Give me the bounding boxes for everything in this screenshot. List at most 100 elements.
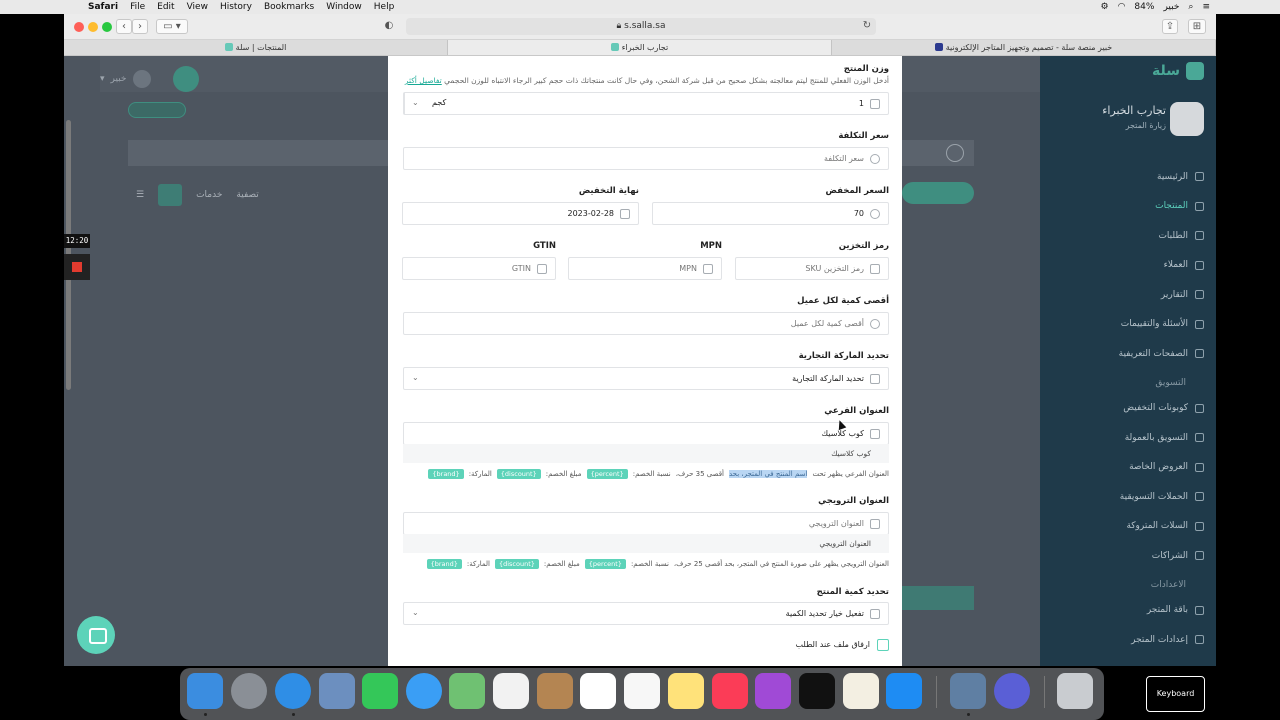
back-button[interactable]: ‹	[116, 19, 132, 34]
menu-bookmarks[interactable]: Bookmarks	[264, 2, 314, 12]
share-icon[interactable]: ⇪	[1162, 19, 1178, 34]
sku-input[interactable]: رمز التخزين SKU	[735, 257, 889, 280]
address-bar[interactable]: 🔒︎ s.salla.sa	[406, 18, 876, 35]
sidebar-item-home[interactable]: الرئيسية	[1044, 162, 1204, 192]
forward-button[interactable]: ›	[132, 19, 148, 34]
mail-icon[interactable]	[319, 673, 355, 709]
reload-icon[interactable]: ↻	[860, 19, 874, 34]
filter-button[interactable]: تصفية	[236, 190, 258, 200]
grid-icon[interactable]	[172, 66, 199, 92]
safari-icon[interactable]	[275, 673, 311, 709]
menu-file[interactable]: File	[130, 2, 145, 12]
finder-icon[interactable]	[187, 673, 223, 709]
discount-tag[interactable]: {discount}	[496, 469, 541, 479]
apple-tv-icon[interactable]	[799, 673, 835, 709]
grid-view-icon[interactable]	[158, 184, 183, 206]
sidebar-item-orders[interactable]: الطلبات	[1044, 221, 1204, 251]
help-pill[interactable]	[128, 102, 186, 118]
menu-edit[interactable]: Edit	[157, 2, 174, 12]
sidebar-item-reviews[interactable]: الأسئلة والتقييمات	[1044, 310, 1204, 340]
sidebar-item-pages[interactable]: الصفحات التعريفية	[1044, 339, 1204, 369]
subtitle-preview: كوب كلاسيك	[403, 444, 889, 463]
sidebar-item-products[interactable]: المنتجات	[1044, 192, 1204, 222]
sidebar-item-customers[interactable]: العملاء	[1044, 251, 1204, 281]
add-product-button[interactable]	[902, 182, 974, 204]
list-view-icon[interactable]: ☰	[136, 190, 144, 200]
sidebar-item-offers[interactable]: العروض الخاصة	[1044, 453, 1204, 483]
sidebar-item-reports[interactable]: التقارير	[1044, 280, 1204, 310]
minimize-window-button[interactable]	[88, 22, 98, 32]
preview-icon[interactable]	[950, 673, 986, 709]
messages-icon[interactable]	[406, 673, 442, 709]
photos-icon[interactable]	[493, 673, 529, 709]
sidebar-item-abandoned-carts[interactable]: السلات المتروكة	[1044, 512, 1204, 542]
mpn-input[interactable]: MPN	[568, 257, 722, 280]
sidebar-item-plan[interactable]: باقة المتجر	[1044, 596, 1204, 626]
control-center-icon[interactable]: ≡	[1202, 2, 1210, 12]
tab-products[interactable]: المنتجات | سلة	[64, 40, 448, 55]
tab-experts[interactable]: تجارب الخبراء	[448, 40, 832, 55]
percent-tag[interactable]: {percent}	[584, 559, 626, 569]
notes-icon[interactable]	[668, 673, 704, 709]
brand-icon	[870, 373, 880, 384]
stop-recording-button[interactable]	[64, 254, 90, 280]
promo-label: العنوان الترويجي	[818, 496, 889, 506]
attach-file-checkbox[interactable]	[877, 639, 889, 651]
sale-price-input[interactable]: 70	[652, 202, 889, 225]
menu-help[interactable]: Help	[374, 2, 395, 12]
trash-icon[interactable]	[1057, 673, 1093, 709]
discount-tag[interactable]: {discount}	[494, 559, 539, 569]
logo[interactable]: سلة	[1152, 62, 1204, 80]
battery-percent[interactable]: 84%	[1134, 2, 1154, 12]
contacts-icon[interactable]	[537, 673, 573, 709]
sale-end-input[interactable]: 2023-02-28	[402, 202, 639, 225]
sidebar-item-settings[interactable]: إعدادات المتجر	[1044, 625, 1204, 655]
menu-user[interactable]: خبير	[1163, 2, 1179, 12]
cost-input[interactable]: سعر التكلفة	[403, 147, 889, 170]
menu-history[interactable]: History	[220, 2, 252, 12]
gear-icon[interactable]: ⚙	[1100, 2, 1108, 12]
chat-support-button[interactable]	[77, 616, 115, 654]
max-qty-input[interactable]: أقصى كمية لكل عميل	[403, 312, 889, 335]
percent-tag[interactable]: {percent}	[586, 469, 628, 479]
podcasts-icon[interactable]	[755, 673, 791, 709]
music-icon[interactable]	[712, 673, 748, 709]
privacy-icon[interactable]: ◐	[380, 19, 398, 34]
close-window-button[interactable]	[74, 22, 84, 32]
search-icon[interactable]: ⌕	[1188, 2, 1193, 12]
promo-input[interactable]: العنوان الترويجي	[403, 512, 889, 535]
app-store-icon[interactable]	[886, 673, 922, 709]
subtitle-input[interactable]: كوب كلاسيك	[403, 422, 889, 445]
tab-expert-salla[interactable]: خبير منصة سلة - تصميم وتجهيز المتاجر الإ…	[832, 40, 1216, 55]
max-qty-label: أقصى كمية لكل عميل	[797, 296, 889, 306]
facetime-icon[interactable]	[362, 673, 398, 709]
wifi-icon[interactable]: ◠	[1118, 2, 1126, 12]
maps-icon[interactable]	[449, 673, 485, 709]
weight-input[interactable]: 1 كجم ⌄	[403, 92, 889, 115]
reminders-icon[interactable]	[624, 673, 660, 709]
launchpad-icon[interactable]	[231, 673, 267, 709]
menu-view[interactable]: View	[187, 2, 208, 12]
zoom-window-button[interactable]	[102, 22, 112, 32]
calendar-icon[interactable]	[580, 673, 616, 709]
sidebar-item-coupons[interactable]: كوبونات التخفيض	[1044, 394, 1204, 424]
qty-limit-select[interactable]: تفعيل خيار تحديد الكمية ⌄	[403, 602, 889, 625]
header-user[interactable]: ▾ خبير	[100, 66, 199, 92]
menu-app[interactable]: Safari	[88, 2, 118, 12]
weight-details-link[interactable]: تفاصيل أكثر	[405, 76, 442, 85]
brand-tag[interactable]: {brand}	[428, 469, 464, 479]
sidebar-item-campaigns[interactable]: الحملات التسويقية	[1044, 482, 1204, 512]
brand-tag[interactable]: {brand}	[426, 559, 462, 569]
gtin-input[interactable]: GTIN	[402, 257, 556, 280]
tab-overview-icon[interactable]: ⊞	[1188, 19, 1206, 34]
menu-window[interactable]: Window	[326, 2, 362, 12]
page-icon	[1195, 349, 1204, 359]
screen-recorder-icon[interactable]	[994, 673, 1030, 709]
brand-select[interactable]: تحديد الماركة التجارية ⌄	[403, 367, 889, 390]
sidebar-item-partnerships[interactable]: الشراكات	[1044, 541, 1204, 571]
sidebar-toggle-icon[interactable]: ▭ ▾	[156, 19, 188, 34]
pages-icon[interactable]	[843, 673, 879, 709]
services-button[interactable]: خدمات	[196, 190, 222, 200]
sidebar-item-affiliate[interactable]: التسويق بالعمولة	[1044, 423, 1204, 453]
visit-store-link[interactable]: زيارة المتجر	[1102, 121, 1166, 130]
